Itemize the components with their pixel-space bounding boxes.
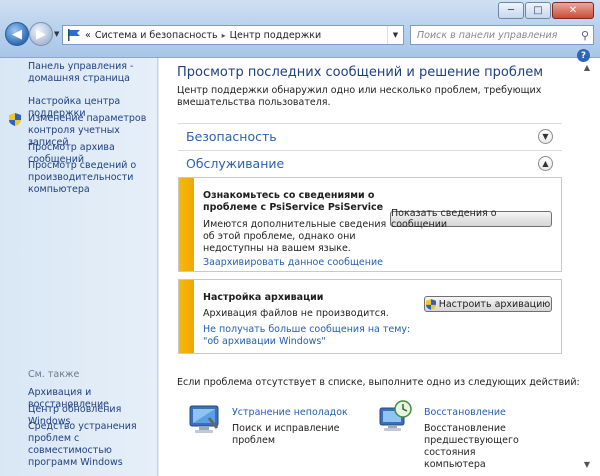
forward-arrow-icon: ▶ — [36, 26, 46, 42]
search-placeholder: Поиск в панели управления — [417, 29, 558, 41]
troubleshooting-description: Поиск и исправление проблем — [232, 423, 340, 446]
page-title: Просмотр последних сообщений и решение п… — [177, 65, 543, 80]
scroll-down-arrow-icon[interactable]: ▼ — [584, 460, 590, 469]
sidebar-item-performance-info[interactable]: Просмотр сведений о производительности к… — [28, 160, 156, 196]
breadcrumb-separator[interactable]: ▸ — [222, 31, 226, 40]
message-text: Архивация файлов не производится. — [203, 308, 389, 319]
search-input[interactable]: Поиск в панели управления ⚲ — [410, 25, 594, 45]
uac-shield-icon — [425, 298, 436, 310]
recovery-description: Восстановление предшествующего состояния… — [424, 423, 519, 470]
stop-backup-messages-link[interactable]: Не получать больше сообщения на тему: "о… — [203, 324, 418, 348]
troubleshooting-link[interactable]: Устранение неполадок — [232, 407, 348, 418]
message-title: Настройка архивации — [203, 292, 324, 303]
recovery-link[interactable]: Восстановление — [424, 407, 506, 418]
message-panel-psiservice: Ознакомьтесь со сведениями о проблеме с … — [178, 177, 562, 272]
message-title: Ознакомьтесь со сведениями о проблеме с … — [203, 190, 384, 213]
address-prefix: « — [85, 29, 91, 41]
security-expand-chevron-icon[interactable]: ▼ — [538, 129, 553, 144]
minimize-button[interactable]: ─ — [498, 2, 524, 19]
address-bar[interactable]: « Система и безопасность ▸ Центр поддерж… — [62, 25, 404, 45]
sidebar-item-compatibility-troubleshooter[interactable]: Средство устранения проблем с совместимо… — [28, 421, 156, 469]
breadcrumb-action-center[interactable]: Центр поддержки — [230, 30, 322, 41]
troubleshooting-icon[interactable] — [187, 404, 221, 436]
search-icon[interactable]: ⚲ — [581, 29, 589, 42]
back-arrow-icon: ◀ — [12, 26, 22, 42]
archive-message-link[interactable]: Заархивировать данное сообщение — [203, 257, 383, 269]
security-section-heading[interactable]: Безопасность — [186, 129, 277, 144]
maintenance-collapse-chevron-icon[interactable]: ▲ — [538, 156, 553, 171]
message-text: Имеются дополнительные сведения об этой … — [203, 219, 387, 254]
window-controls: ─ □ ✕ — [498, 2, 594, 19]
breadcrumb-system-security[interactable]: Система и безопасность — [95, 30, 218, 41]
back-button[interactable]: ◀ — [5, 22, 29, 46]
title-bar: ─ □ ✕ ◀ ▶ ▼ « Система и безопасность ▸ Ц… — [0, 0, 600, 58]
forward-button[interactable]: ▶ — [29, 22, 53, 46]
uac-shield-icon — [9, 113, 21, 126]
setup-backup-label: Настроить архивацию — [438, 298, 551, 310]
setup-backup-button[interactable]: Настроить архивацию — [424, 296, 552, 312]
close-button[interactable]: ✕ — [552, 2, 594, 19]
alternative-actions-text: Если проблема отсутствует в списке, выпо… — [177, 377, 580, 388]
divider — [178, 123, 562, 124]
maintenance-section-heading[interactable]: Обслуживание — [186, 156, 284, 171]
page-description: Центр поддержки обнаружил одно или неско… — [177, 85, 542, 108]
recent-pages-dropdown[interactable]: ▼ — [54, 30, 59, 38]
warning-stripe — [179, 280, 194, 353]
see-also-heading: См. также — [28, 369, 80, 380]
warning-stripe — [179, 178, 194, 271]
help-icon[interactable]: ? — [577, 49, 590, 62]
action-center-flag-icon — [68, 29, 80, 41]
address-dropdown[interactable]: ▼ — [387, 26, 403, 44]
scroll-up-arrow-icon[interactable]: ▲ — [584, 63, 590, 72]
recovery-icon[interactable] — [378, 400, 412, 432]
maximize-button[interactable]: □ — [525, 2, 551, 19]
divider — [178, 150, 562, 151]
message-panel-backup: Настройка архивации Архивация файлов не … — [178, 279, 562, 354]
sidebar-item-control-panel-home[interactable]: Панель управления - домашняя страница — [28, 61, 156, 85]
show-message-details-button[interactable]: Показать сведения о сообщении — [390, 208, 552, 230]
